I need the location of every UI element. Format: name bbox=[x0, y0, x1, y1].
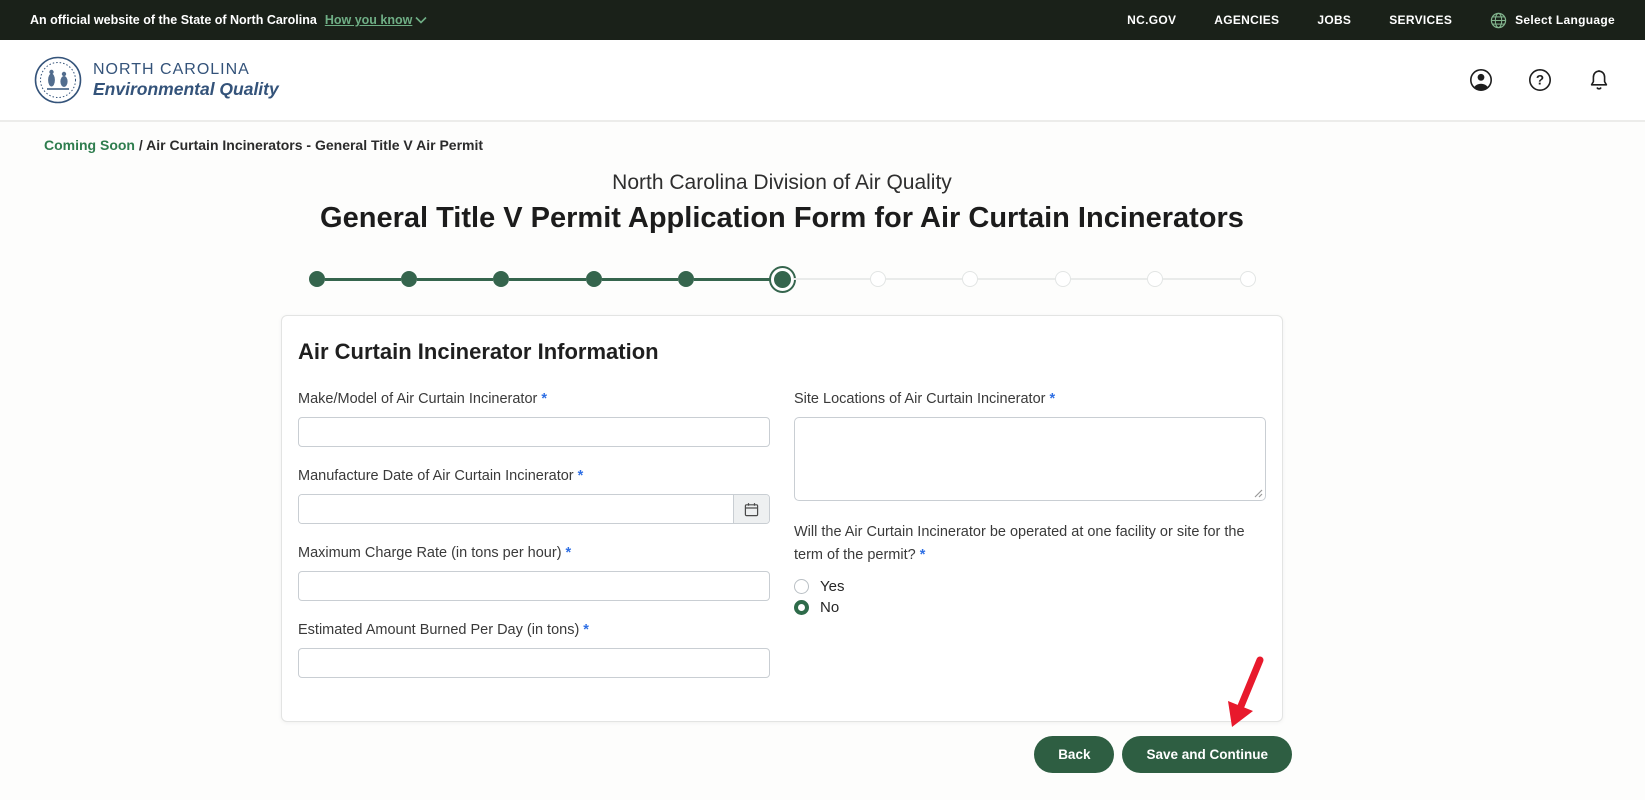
breadcrumb: Coming Soon / Air Curtain Incinerators -… bbox=[44, 137, 1645, 153]
form-right-column: Site Locations of Air Curtain Incinerato… bbox=[794, 389, 1266, 697]
step-connector bbox=[694, 278, 770, 281]
one-facility-question: Will the Air Curtain Incinerator be oper… bbox=[794, 521, 1266, 567]
required-marker: * bbox=[583, 622, 589, 638]
page-subtitle: North Carolina Division of Air Quality bbox=[281, 171, 1283, 195]
brand-name-line1: NORTH CAROLINA bbox=[93, 61, 279, 79]
max-charge-rate-label: Maximum Charge Rate (in tons per hour)* bbox=[298, 543, 770, 564]
nav-link-services[interactable]: SERVICES bbox=[1389, 13, 1452, 27]
step-11-upcoming-dot bbox=[1240, 271, 1256, 287]
step-3-completed-dot bbox=[493, 271, 509, 287]
field-one-facility: Will the Air Curtain Incinerator be oper… bbox=[794, 521, 1266, 616]
step-connector bbox=[886, 278, 962, 281]
form-actions: Back Save and Continue bbox=[281, 736, 1292, 773]
step-connector bbox=[417, 278, 493, 281]
make-model-input[interactable] bbox=[298, 417, 770, 447]
step-6-current-dot bbox=[771, 268, 794, 291]
radio-option-no[interactable]: No bbox=[794, 599, 1266, 616]
textarea-resize-handle[interactable] bbox=[1253, 488, 1263, 498]
breadcrumb-current: Air Curtain Incinerators - General Title… bbox=[146, 137, 483, 153]
brand-logo[interactable]: NORTH CAROLINA Environmental Quality bbox=[34, 56, 279, 104]
step-connector bbox=[978, 278, 1054, 281]
page: { "top_bar": { "official_text": "An offi… bbox=[0, 0, 1645, 800]
field-estimated-burned: Estimated Amount Burned Per Day (in tons… bbox=[298, 620, 770, 678]
manufacture-date-input[interactable] bbox=[299, 495, 733, 523]
manufacture-date-input-wrap bbox=[298, 494, 770, 524]
main-content: North Carolina Division of Air Quality G… bbox=[281, 171, 1283, 722]
required-marker: * bbox=[578, 468, 584, 484]
label-text: Manufacture Date of Air Curtain Incinera… bbox=[298, 468, 574, 484]
breadcrumb-separator: / bbox=[135, 137, 146, 153]
label-text: Make/Model of Air Curtain Incinerator bbox=[298, 391, 537, 407]
date-picker-button[interactable] bbox=[733, 495, 769, 523]
step-connector bbox=[794, 278, 870, 281]
form-section-title: Air Curtain Incinerator Information bbox=[298, 339, 1266, 365]
page-title: General Title V Permit Application Form … bbox=[281, 202, 1283, 235]
step-2-completed-dot bbox=[401, 271, 417, 287]
label-text: Will the Air Curtain Incinerator be oper… bbox=[794, 524, 1245, 563]
field-site-locations: Site Locations of Air Curtain Incinerato… bbox=[794, 389, 1266, 501]
globe-icon bbox=[1490, 12, 1507, 29]
back-button[interactable]: Back bbox=[1034, 736, 1114, 773]
radio-group-one-facility: Yes No bbox=[794, 578, 1266, 616]
radio-option-yes[interactable]: Yes bbox=[794, 578, 1266, 595]
label-text: Estimated Amount Burned Per Day (in tons… bbox=[298, 622, 579, 638]
step-connector bbox=[509, 278, 585, 281]
radio-unselected-icon[interactable] bbox=[794, 579, 809, 594]
form-card: Air Curtain Incinerator Information Make… bbox=[281, 315, 1283, 722]
required-marker: * bbox=[920, 547, 926, 563]
radio-option-label: No bbox=[820, 599, 839, 616]
max-charge-rate-input[interactable] bbox=[298, 571, 770, 601]
field-make-model: Make/Model of Air Curtain Incinerator* bbox=[298, 389, 770, 447]
site-locations-textarea[interactable] bbox=[794, 417, 1266, 501]
account-icon[interactable] bbox=[1469, 68, 1493, 92]
nav-link-agencies[interactable]: AGENCIES bbox=[1214, 13, 1279, 27]
breadcrumb-link-coming-soon[interactable]: Coming Soon bbox=[44, 137, 135, 153]
step-connector bbox=[602, 278, 678, 281]
step-9-upcoming-dot bbox=[1055, 271, 1071, 287]
step-connector bbox=[1163, 278, 1239, 281]
select-language-label: Select Language bbox=[1515, 13, 1615, 27]
step-5-completed-dot bbox=[678, 271, 694, 287]
top-utility-bar: An official website of the State of Nort… bbox=[0, 0, 1645, 40]
estimated-burned-label: Estimated Amount Burned Per Day (in tons… bbox=[298, 620, 770, 641]
required-marker: * bbox=[1049, 391, 1055, 407]
field-manufacture-date: Manufacture Date of Air Curtain Incinera… bbox=[298, 466, 770, 524]
official-website-text: An official website of the State of Nort… bbox=[30, 13, 317, 27]
nav-link-ncgov[interactable]: NC.GOV bbox=[1127, 13, 1176, 27]
help-icon[interactable]: ? bbox=[1528, 68, 1552, 92]
field-max-charge-rate: Maximum Charge Rate (in tons per hour)* bbox=[298, 543, 770, 601]
brand-name-line2: Environmental Quality bbox=[93, 79, 279, 99]
step-4-completed-dot bbox=[586, 271, 602, 287]
step-7-upcoming-dot bbox=[870, 271, 886, 287]
site-header: NORTH CAROLINA Environmental Quality ? bbox=[0, 40, 1645, 122]
label-text: Site Locations of Air Curtain Incinerato… bbox=[794, 391, 1045, 407]
manufacture-date-label: Manufacture Date of Air Curtain Incinera… bbox=[298, 466, 770, 487]
required-marker: * bbox=[566, 545, 572, 561]
how-you-know-link[interactable]: How you know bbox=[325, 13, 428, 27]
step-1-completed-dot bbox=[309, 271, 325, 287]
nc-state-seal-logo bbox=[34, 56, 82, 104]
step-connector bbox=[325, 278, 401, 281]
required-marker: * bbox=[541, 391, 547, 407]
step-connector bbox=[1071, 278, 1147, 281]
label-text: Maximum Charge Rate (in tons per hour) bbox=[298, 545, 562, 561]
save-and-continue-button[interactable]: Save and Continue bbox=[1122, 736, 1292, 773]
calendar-icon bbox=[744, 502, 759, 517]
form-left-column: Make/Model of Air Curtain Incinerator* M… bbox=[298, 389, 770, 697]
site-locations-label: Site Locations of Air Curtain Incinerato… bbox=[794, 389, 1266, 410]
how-you-know-label: How you know bbox=[325, 13, 413, 27]
make-model-label: Make/Model of Air Curtain Incinerator* bbox=[298, 389, 770, 410]
estimated-burned-input[interactable] bbox=[298, 648, 770, 678]
svg-text:?: ? bbox=[1536, 73, 1544, 88]
chevron-down-icon bbox=[415, 16, 427, 24]
radio-option-label: Yes bbox=[820, 578, 844, 595]
radio-selected-icon[interactable] bbox=[794, 600, 809, 615]
progress-stepper bbox=[309, 264, 1256, 294]
notifications-bell-icon[interactable] bbox=[1587, 68, 1611, 92]
step-10-upcoming-dot bbox=[1147, 271, 1163, 287]
select-language-button[interactable]: Select Language bbox=[1490, 12, 1615, 29]
nav-link-jobs[interactable]: JOBS bbox=[1317, 13, 1351, 27]
step-8-upcoming-dot bbox=[962, 271, 978, 287]
